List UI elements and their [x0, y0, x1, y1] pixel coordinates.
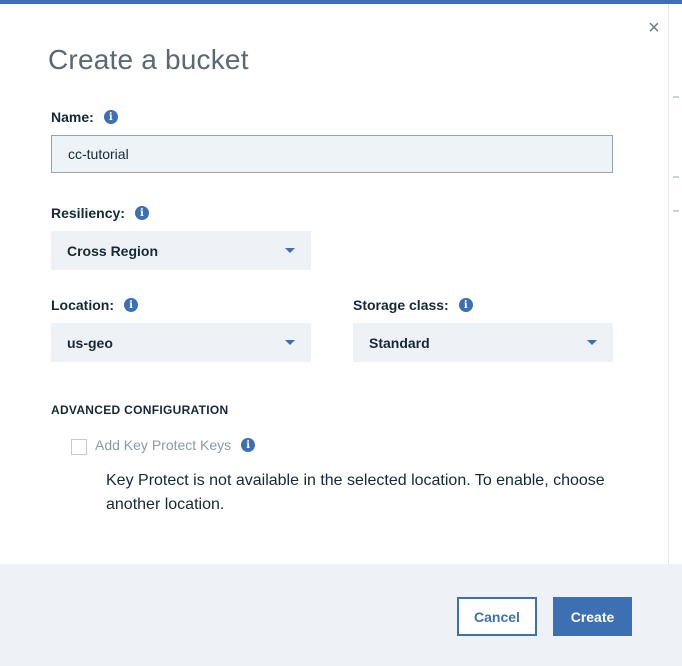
location-selected-value: us-geo	[67, 334, 113, 351]
info-icon[interactable]: i	[241, 438, 256, 452]
name-label-group: Name: i	[51, 109, 118, 125]
name-label: Name:	[51, 109, 94, 125]
key-protect-label-group: Add Key Protect Keys i	[95, 437, 256, 453]
modal-title: Create a bucket	[48, 44, 249, 75]
key-protect-note: Key Protect is not available in the sele…	[106, 472, 605, 513]
info-icon[interactable]: i	[458, 298, 473, 312]
modal-top-accent-bar	[0, 0, 682, 4]
info-icon[interactable]: i	[103, 110, 118, 124]
advanced-configuration-heading: ADVANCED CONFIGURATION	[51, 403, 229, 417]
info-icon[interactable]: i	[124, 298, 138, 312]
chevron-down-icon	[285, 248, 295, 253]
resiliency-select[interactable]: Cross Region	[51, 231, 311, 270]
key-protect-checkbox[interactable]	[71, 439, 87, 455]
resiliency-label: Resiliency:	[51, 205, 125, 221]
background-tick	[673, 210, 679, 212]
resiliency-selected-value: Cross Region	[67, 242, 159, 259]
cancel-button[interactable]: Cancel	[457, 597, 537, 636]
storage-class-selected-value: Standard	[369, 334, 430, 351]
background-tick	[673, 96, 679, 98]
storage-class-label: Storage class:	[353, 297, 449, 313]
storage-class-label-group: Storage class: i	[353, 297, 473, 313]
chevron-down-icon	[587, 340, 597, 345]
resiliency-label-group: Resiliency: i	[51, 205, 149, 221]
background-page-edge	[668, 4, 682, 564]
location-select[interactable]: us-geo	[51, 323, 311, 362]
key-protect-label: Add Key Protect Keys	[95, 437, 232, 453]
close-icon[interactable]: ×	[644, 18, 664, 38]
storage-class-select[interactable]: Standard	[353, 323, 613, 362]
info-icon[interactable]: i	[134, 206, 149, 220]
create-button[interactable]: Create	[553, 597, 632, 636]
location-label-group: Location: i	[51, 297, 138, 313]
location-label: Location:	[51, 297, 114, 313]
bucket-name-input[interactable]	[51, 135, 613, 173]
chevron-down-icon	[285, 340, 295, 345]
background-tick	[673, 176, 679, 178]
